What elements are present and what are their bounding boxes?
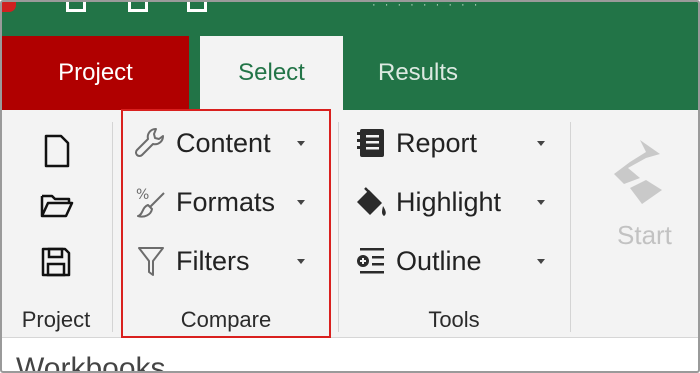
tab-results[interactable]: Results <box>343 36 493 110</box>
outline-command-label: Outline <box>396 245 482 276</box>
group-separator <box>112 122 113 332</box>
new-file-icon[interactable] <box>42 134 72 173</box>
workbooks-heading: Workbooks <box>16 352 166 373</box>
save-disk-icon[interactable] <box>40 246 72 283</box>
start-icon <box>600 132 680 217</box>
tab-results-label: Results <box>377 59 459 86</box>
outline-command[interactable]: Outline <box>352 238 482 284</box>
ribbon: Project Content % Formats Filters Compar… <box>2 110 698 338</box>
outline-dropdown-caret-icon[interactable] <box>537 259 545 264</box>
tab-select-label: Select <box>238 59 305 86</box>
app-logo-icon <box>2 2 16 12</box>
compare-group-highlight <box>121 109 331 338</box>
quick-save-icon[interactable] <box>187 2 207 12</box>
highlight-command[interactable]: Highlight <box>352 179 501 225</box>
report-icon <box>352 125 390 161</box>
app-window: · · · · · · · · · Project Select Results <box>0 0 700 373</box>
start-label: Start <box>617 220 672 250</box>
group-label-project: Project <box>21 307 91 332</box>
highlight-dropdown-caret-icon[interactable] <box>537 200 545 205</box>
group-separator <box>570 122 571 332</box>
title-bar: · · · · · · · · · <box>2 2 698 36</box>
group-label-tools: Tools <box>428 307 480 332</box>
paint-bucket-icon <box>352 184 390 220</box>
group-separator <box>338 122 339 332</box>
quick-open-icon[interactable] <box>128 2 148 12</box>
window-title: · · · · · · · · · <box>372 2 481 8</box>
quick-new-icon[interactable] <box>66 2 86 12</box>
outline-icon <box>352 243 390 279</box>
tab-select[interactable]: Select <box>200 36 343 110</box>
tab-project-label: Project <box>58 59 133 86</box>
open-folder-icon[interactable] <box>39 190 75 225</box>
highlight-command-label: Highlight <box>396 186 502 217</box>
report-dropdown-caret-icon[interactable] <box>537 141 545 146</box>
tab-project[interactable]: Project <box>2 36 189 110</box>
report-command-label: Report <box>396 127 478 158</box>
ribbon-tab-row: Project Select Results <box>2 36 698 110</box>
report-command[interactable]: Report <box>352 120 477 166</box>
